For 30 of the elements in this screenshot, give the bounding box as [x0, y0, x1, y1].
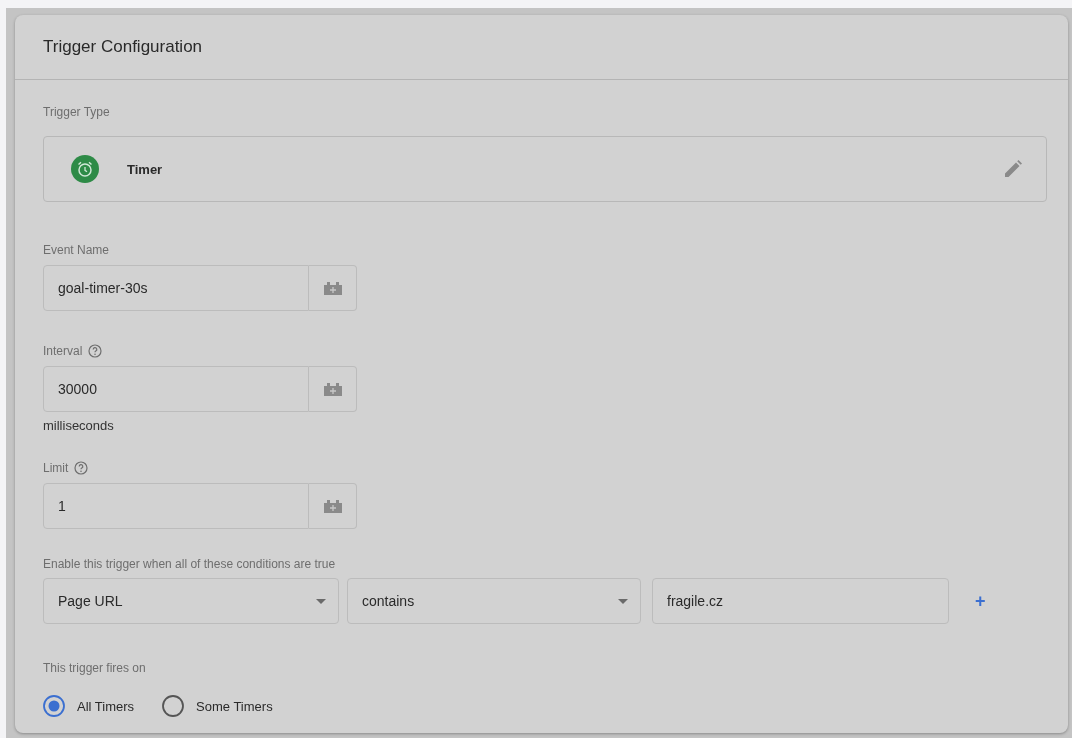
fires-on-label: This trigger fires on: [43, 661, 146, 675]
variable-dropdown[interactable]: Page URL: [43, 578, 339, 624]
field-label: Interval: [43, 344, 83, 358]
conditions-label: Enable this trigger when all of these conditions are true: [43, 557, 336, 571]
edit-icon[interactable]: [1004, 160, 1022, 178]
help-icon[interactable]: [74, 461, 89, 475]
radio-option[interactable]: All Timers: [43, 695, 135, 717]
field-label: Limit: [43, 461, 69, 475]
variable-icon: [321, 281, 344, 295]
condition-value-field[interactable]: fragile.cz: [652, 578, 949, 624]
card-title: Trigger Configuration: [43, 37, 203, 57]
input-field[interactable]: 30000: [43, 366, 309, 412]
field-label: Event Name: [43, 243, 110, 257]
trigger-type-box[interactable]: Timer: [43, 136, 1047, 202]
insert-variable-button[interactable]: [309, 265, 357, 311]
variable-icon: [321, 499, 344, 513]
input-field[interactable]: goal-timer-30s: [43, 265, 309, 311]
insert-variable-button[interactable]: [309, 366, 357, 412]
help-icon[interactable]: [88, 344, 103, 358]
alarm-clock-icon: [71, 155, 99, 183]
variable-icon: [321, 382, 344, 396]
field-label: Trigger Type: [43, 105, 110, 119]
insert-variable-button[interactable]: [309, 483, 357, 529]
caret-icon: [618, 598, 628, 604]
caret-icon: [316, 598, 326, 604]
unit-note: milliseconds: [43, 418, 115, 433]
radio-option[interactable]: Some Timers: [162, 695, 273, 717]
input-field[interactable]: 1: [43, 483, 309, 529]
operator-dropdown[interactable]: contains: [347, 578, 641, 624]
trigger-type-name: Timer: [127, 161, 164, 177]
